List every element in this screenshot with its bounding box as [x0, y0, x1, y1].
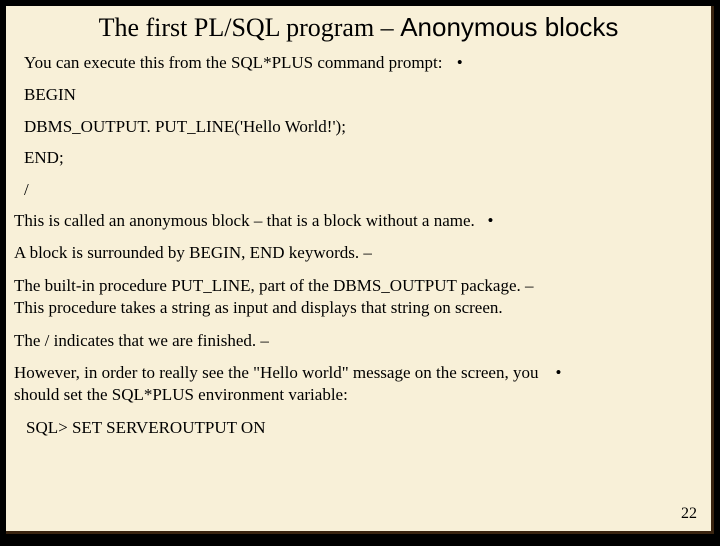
bullet-icon: • [488, 211, 494, 230]
bullet-icon: • [555, 363, 561, 382]
putline-line-1: The built-in procedure PUT_LINE, part of… [14, 276, 703, 296]
bullet-icon: • [447, 53, 463, 72]
slide-title: The first PL/SQL program – Anonymous blo… [14, 12, 703, 43]
slide: The first PL/SQL program – Anonymous blo… [6, 6, 714, 534]
title-part1: The first PL/SQL program – [99, 13, 401, 42]
title-part2: Anonymous blocks [400, 12, 618, 42]
anon-block-text: This is called an anonymous block – that… [14, 211, 475, 230]
code-slash: / [14, 180, 703, 200]
intro-text: You can execute this from the SQL*PLUS c… [24, 53, 443, 72]
slash-note-line: The / indicates that we are finished. – [14, 331, 703, 351]
page-number: 22 [681, 505, 697, 523]
intro-line: You can execute this from the SQL*PLUS c… [14, 53, 703, 73]
anon-block-line: This is called an anonymous block – that… [14, 211, 703, 231]
putline-line-2: This procedure takes a string as input a… [14, 298, 703, 318]
code-begin: BEGIN [14, 85, 703, 105]
however-line-2: should set the SQL*PLUS environment vari… [14, 385, 703, 405]
sql-command: SQL> SET SERVEROUTPUT ON [14, 418, 703, 438]
code-putline: DBMS_OUTPUT. PUT_LINE('Hello World!'); [14, 117, 703, 137]
however-text-1: However, in order to really see the "Hel… [14, 363, 538, 382]
however-line: However, in order to really see the "Hel… [14, 363, 703, 383]
code-end: END; [14, 148, 703, 168]
begin-end-line: A block is surrounded by BEGIN, END keyw… [14, 243, 703, 263]
